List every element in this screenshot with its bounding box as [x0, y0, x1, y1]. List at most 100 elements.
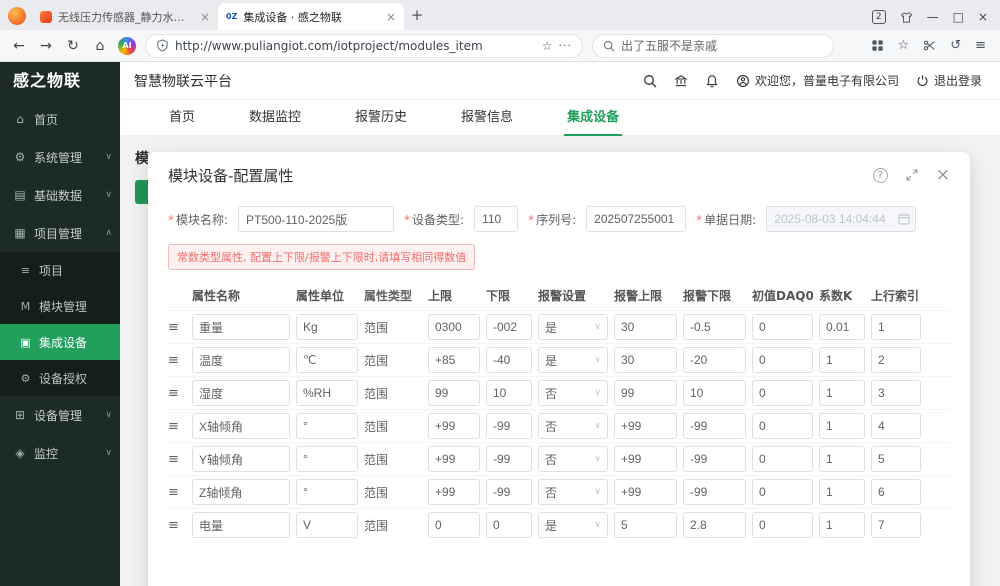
- lower-limit-input[interactable]: [486, 413, 532, 439]
- coeff-k-input[interactable]: [819, 380, 865, 406]
- init-daq0-input[interactable]: [752, 512, 813, 538]
- header-search-icon[interactable]: [643, 74, 657, 88]
- upper-limit-input[interactable]: [428, 413, 480, 439]
- refresh-button[interactable]: ↻: [64, 38, 82, 54]
- bell-icon[interactable]: [705, 74, 719, 88]
- browser-tab-1[interactable]: 无线压力传感器_静力水准仪... ×: [32, 3, 218, 30]
- attr-name-input[interactable]: [192, 380, 290, 406]
- alarm-upper-input[interactable]: [614, 380, 677, 406]
- coeff-k-input[interactable]: [819, 479, 865, 505]
- lower-limit-input[interactable]: [486, 446, 532, 472]
- browser-menu-icon[interactable]: ≡: [975, 38, 986, 53]
- attr-unit-input[interactable]: [296, 512, 358, 538]
- serial-number-input[interactable]: [586, 206, 687, 232]
- drag-handle-icon[interactable]: ≡: [168, 419, 186, 434]
- attr-name-input[interactable]: [192, 512, 290, 538]
- lower-limit-input[interactable]: [486, 479, 532, 505]
- window-badge[interactable]: 2: [871, 10, 886, 24]
- attr-name-input[interactable]: [192, 446, 290, 472]
- attr-name-input[interactable]: [192, 413, 290, 439]
- search-suggestion-text[interactable]: 出了五服不是亲戚: [621, 37, 717, 54]
- attr-name-input[interactable]: [192, 347, 290, 373]
- browser-tab-2[interactable]: 0Z 集成设备 · 感之物联 ×: [218, 3, 404, 30]
- tab-integrated-device[interactable]: 集成设备: [540, 100, 646, 136]
- upper-limit-input[interactable]: [428, 479, 480, 505]
- browser-search-box[interactable]: 出了五服不是亲戚: [592, 33, 834, 58]
- url-text[interactable]: http://www.puliangiot.com/iotproject/mod…: [175, 39, 536, 53]
- drag-handle-icon[interactable]: ≡: [168, 452, 186, 467]
- theme-skin-icon[interactable]: [900, 11, 913, 24]
- upper-limit-input[interactable]: [428, 380, 480, 406]
- sidebar-item-system[interactable]: ⚙ 系统管理 ∨: [0, 138, 120, 176]
- sidebar-item-module-mgmt[interactable]: M 模块管理: [0, 288, 120, 324]
- attr-name-input[interactable]: [192, 314, 290, 340]
- init-daq0-input[interactable]: [752, 347, 813, 373]
- init-daq0-input[interactable]: [752, 446, 813, 472]
- attr-name-input[interactable]: [192, 479, 290, 505]
- uplink-index-input[interactable]: [871, 380, 921, 406]
- alarm-setting-select[interactable]: 是 ∨: [538, 347, 608, 373]
- alarm-setting-select[interactable]: 否 ∨: [538, 479, 608, 505]
- help-icon[interactable]: ?: [872, 167, 888, 183]
- attr-unit-input[interactable]: [296, 446, 358, 472]
- tab-home[interactable]: 首页: [142, 100, 222, 136]
- bank-icon[interactable]: [674, 74, 688, 88]
- attr-unit-input[interactable]: [296, 314, 358, 340]
- attr-unit-input[interactable]: [296, 347, 358, 373]
- tab2-close-icon[interactable]: ×: [386, 10, 396, 24]
- init-daq0-input[interactable]: [752, 380, 813, 406]
- coeff-k-input[interactable]: [819, 512, 865, 538]
- init-daq0-input[interactable]: [752, 413, 813, 439]
- maximize-button[interactable]: □: [953, 10, 964, 24]
- tab-data-monitor[interactable]: 数据监控: [222, 100, 328, 136]
- alarm-setting-select[interactable]: 否 ∨: [538, 446, 608, 472]
- address-bar[interactable]: http://www.puliangiot.com/iotproject/mod…: [145, 33, 583, 58]
- upper-limit-input[interactable]: [428, 512, 480, 538]
- upper-limit-input[interactable]: [428, 314, 480, 340]
- uplink-index-input[interactable]: [871, 413, 921, 439]
- alarm-upper-input[interactable]: [614, 314, 677, 340]
- apps-grid-icon[interactable]: [871, 39, 884, 52]
- bookmark-star-icon[interactable]: ☆: [542, 39, 553, 53]
- sidebar-item-device-auth[interactable]: ⚙ 设备授权: [0, 360, 120, 396]
- attr-unit-input[interactable]: [296, 380, 358, 406]
- uplink-index-input[interactable]: [871, 314, 921, 340]
- tab1-close-icon[interactable]: ×: [200, 10, 210, 24]
- sidebar-item-monitor[interactable]: ◈ 监控 ∨: [0, 434, 120, 472]
- sidebar-item-base-data[interactable]: ▤ 基础数据 ∨: [0, 176, 120, 214]
- sidebar-item-project[interactable]: ≡ 项目: [0, 252, 120, 288]
- alarm-lower-input[interactable]: [683, 512, 746, 538]
- screenshot-scissors-icon[interactable]: [923, 39, 936, 52]
- lower-limit-input[interactable]: [486, 314, 532, 340]
- coeff-k-input[interactable]: [819, 347, 865, 373]
- alarm-lower-input[interactable]: [683, 347, 746, 373]
- init-daq0-input[interactable]: [752, 479, 813, 505]
- coeff-k-input[interactable]: [819, 314, 865, 340]
- forward-button[interactable]: →: [37, 38, 55, 54]
- alarm-setting-select[interactable]: 否 ∨: [538, 380, 608, 406]
- close-window-button[interactable]: ×: [978, 10, 988, 24]
- fullscreen-expand-icon[interactable]: [906, 169, 918, 181]
- uplink-index-input[interactable]: [871, 512, 921, 538]
- minimize-button[interactable]: —: [927, 10, 939, 24]
- alarm-upper-input[interactable]: [614, 413, 677, 439]
- drag-handle-icon[interactable]: ≡: [168, 320, 186, 335]
- coeff-k-input[interactable]: [819, 446, 865, 472]
- logout-button[interactable]: 退出登录: [916, 72, 982, 89]
- favorites-icon[interactable]: ☆: [898, 38, 910, 53]
- lower-limit-input[interactable]: [486, 380, 532, 406]
- new-tab-button[interactable]: +: [404, 6, 430, 30]
- upper-limit-input[interactable]: [428, 446, 480, 472]
- browser-logo-icon[interactable]: [8, 7, 26, 25]
- alarm-upper-input[interactable]: [614, 446, 677, 472]
- date-field[interactable]: [766, 206, 917, 232]
- uplink-index-input[interactable]: [871, 446, 921, 472]
- drag-handle-icon[interactable]: ≡: [168, 485, 186, 500]
- alarm-upper-input[interactable]: [614, 479, 677, 505]
- drag-handle-icon[interactable]: ≡: [168, 518, 186, 533]
- sidebar-item-device-mgmt[interactable]: ⊞ 设备管理 ∨: [0, 396, 120, 434]
- alarm-lower-input[interactable]: [683, 446, 746, 472]
- sidebar-item-project-mgmt[interactable]: ▦ 项目管理 ∧: [0, 214, 120, 252]
- alarm-upper-input[interactable]: [614, 512, 677, 538]
- ai-assistant-icon[interactable]: AI: [118, 36, 136, 55]
